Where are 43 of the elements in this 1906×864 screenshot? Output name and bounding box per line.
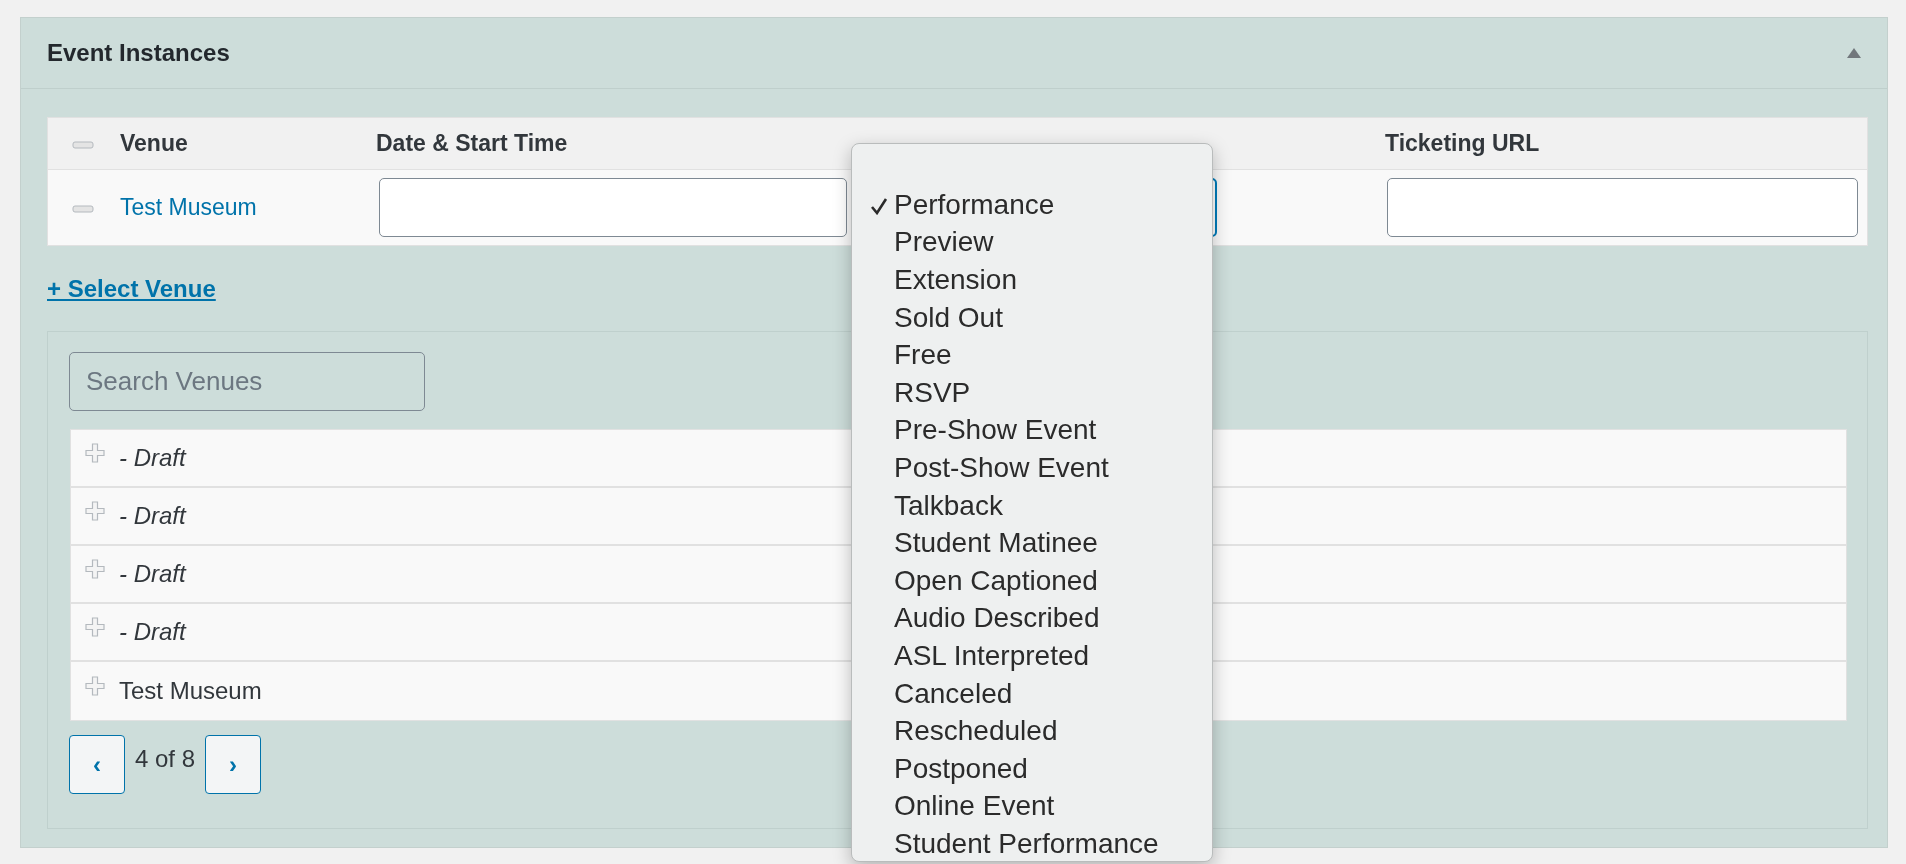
menu-option[interactable]: Student Matinee xyxy=(852,524,1212,562)
plus-icon[interactable] xyxy=(85,443,105,463)
next-page-button[interactable]: › xyxy=(205,735,262,794)
menu-option[interactable]: Extension xyxy=(852,261,1212,299)
plus-icon[interactable] xyxy=(85,501,105,521)
select-venue-link[interactable]: + Select Venue xyxy=(47,271,216,307)
drag-handle-icon[interactable] xyxy=(72,205,94,214)
venue-name: - Draft xyxy=(119,559,186,589)
menu-option[interactable]: Sold Out xyxy=(852,298,1212,337)
search-field[interactable]: Search Venues xyxy=(69,352,425,411)
venue-link[interactable]: Test Museum xyxy=(120,194,257,221)
drag-handle-icon[interactable] xyxy=(72,141,94,150)
previous-page-button[interactable]: ‹ xyxy=(69,735,125,794)
menu-option[interactable]: Student Performance xyxy=(852,825,1212,861)
plus-icon[interactable] xyxy=(85,559,105,579)
menu-option[interactable]: Preview xyxy=(852,223,1212,262)
column-header: Ticketing URL xyxy=(1385,130,1540,157)
venue-name: - Draft xyxy=(119,443,186,473)
menu-option[interactable]: Postponed xyxy=(852,749,1212,788)
menu-option[interactable]: Canceled xyxy=(852,674,1212,713)
url-field[interactable] xyxy=(1387,178,1858,237)
collapse-icon[interactable] xyxy=(1847,48,1861,58)
menu-option[interactable]: Audio Described xyxy=(852,599,1212,638)
page-indicator: 4 of 8 xyxy=(135,743,196,774)
venue-name: - Draft xyxy=(119,501,186,531)
menu-option[interactable]: Online Event xyxy=(852,787,1212,826)
menu-option[interactable]: Pre-Show Event xyxy=(852,411,1212,450)
plus-icon[interactable] xyxy=(85,676,105,696)
column-header: Date & Start Time xyxy=(376,130,568,157)
menu-option[interactable]: Open Captioned xyxy=(852,561,1212,600)
column-header: Venue xyxy=(120,130,188,157)
date-field[interactable] xyxy=(379,178,847,237)
panel-title: Event Instances xyxy=(47,38,230,68)
menu-option[interactable]: ASL Interpreted xyxy=(852,637,1212,675)
menu-option[interactable]: Talkback xyxy=(852,486,1212,525)
menu-option[interactable]: Rescheduled xyxy=(852,712,1212,750)
venue-name: Test Museum xyxy=(119,676,262,706)
menu-option[interactable]: Post-Show Event xyxy=(852,449,1212,487)
menu-option[interactable]: RSVP xyxy=(852,373,1212,412)
venue-name: - Draft xyxy=(119,617,186,647)
menu-option[interactable]: Free xyxy=(852,336,1212,374)
plus-icon[interactable] xyxy=(85,617,105,637)
menu-option[interactable]: Performance xyxy=(852,186,1212,224)
